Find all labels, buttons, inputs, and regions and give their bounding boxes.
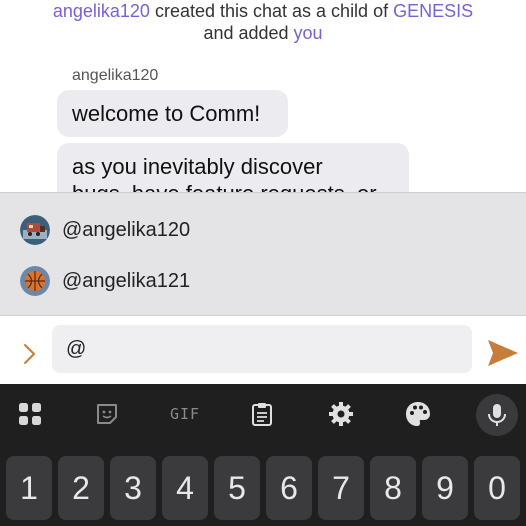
chat-thread: angelika120 created this chat as a child…: [0, 0, 526, 192]
clipboard-icon[interactable]: [245, 397, 279, 431]
key-2[interactable]: 2: [58, 456, 104, 520]
parent-chat-link[interactable]: GENESIS: [393, 1, 473, 21]
creator-link[interactable]: angelika120: [53, 1, 150, 21]
mention-label: @angelika120: [62, 218, 191, 241]
chevron-right-icon[interactable]: [18, 342, 42, 366]
mention-suggestion[interactable]: @angelika121: [20, 265, 190, 297]
message-bubble[interactable]: as you inevitably discover bugs, have fe…: [57, 143, 409, 192]
gear-icon[interactable]: [324, 397, 358, 431]
message-text-continued: bugs, have feature requests, or: [72, 180, 394, 192]
system-text: created this chat as a child of: [149, 1, 394, 21]
key-3[interactable]: 3: [110, 456, 156, 520]
message-bubble[interactable]: welcome to Comm!: [57, 90, 288, 137]
mic-icon[interactable]: [476, 394, 518, 436]
key-6[interactable]: 6: [266, 456, 312, 520]
on-screen-keyboard: GIF 1 2 3 4 5 6 7 8 9 0: [0, 384, 526, 526]
basketball-avatar-icon: [20, 266, 50, 296]
target-link[interactable]: you: [294, 23, 323, 43]
mention-label: @angelika121: [62, 269, 191, 292]
key-9[interactable]: 9: [422, 456, 468, 520]
key-1[interactable]: 1: [6, 456, 52, 520]
key-8[interactable]: 8: [370, 456, 416, 520]
system-message: angelika120 created this chat as a child…: [0, 0, 526, 44]
composer: @: [0, 316, 526, 384]
send-icon[interactable]: [486, 336, 520, 370]
message-text: welcome to Comm!: [72, 101, 261, 126]
message-text: as you inevitably discover: [72, 154, 323, 179]
key-7[interactable]: 7: [318, 456, 364, 520]
gif-button[interactable]: GIF: [166, 397, 204, 431]
train-avatar-icon: [20, 215, 50, 245]
apps-icon[interactable]: [13, 397, 47, 431]
key-5[interactable]: 5: [214, 456, 260, 520]
message-author: angelika120: [72, 67, 159, 84]
mention-suggestions: @angelika120 @angelika121: [0, 192, 526, 316]
message-input[interactable]: @: [52, 325, 472, 373]
sticker-icon[interactable]: [90, 397, 124, 431]
key-0[interactable]: 0: [474, 456, 520, 520]
key-4[interactable]: 4: [162, 456, 208, 520]
system-text-end: and added: [203, 23, 294, 43]
message-input-value: @: [66, 338, 87, 360]
mention-suggestion[interactable]: @angelika120: [20, 214, 190, 246]
palette-icon[interactable]: [401, 397, 435, 431]
